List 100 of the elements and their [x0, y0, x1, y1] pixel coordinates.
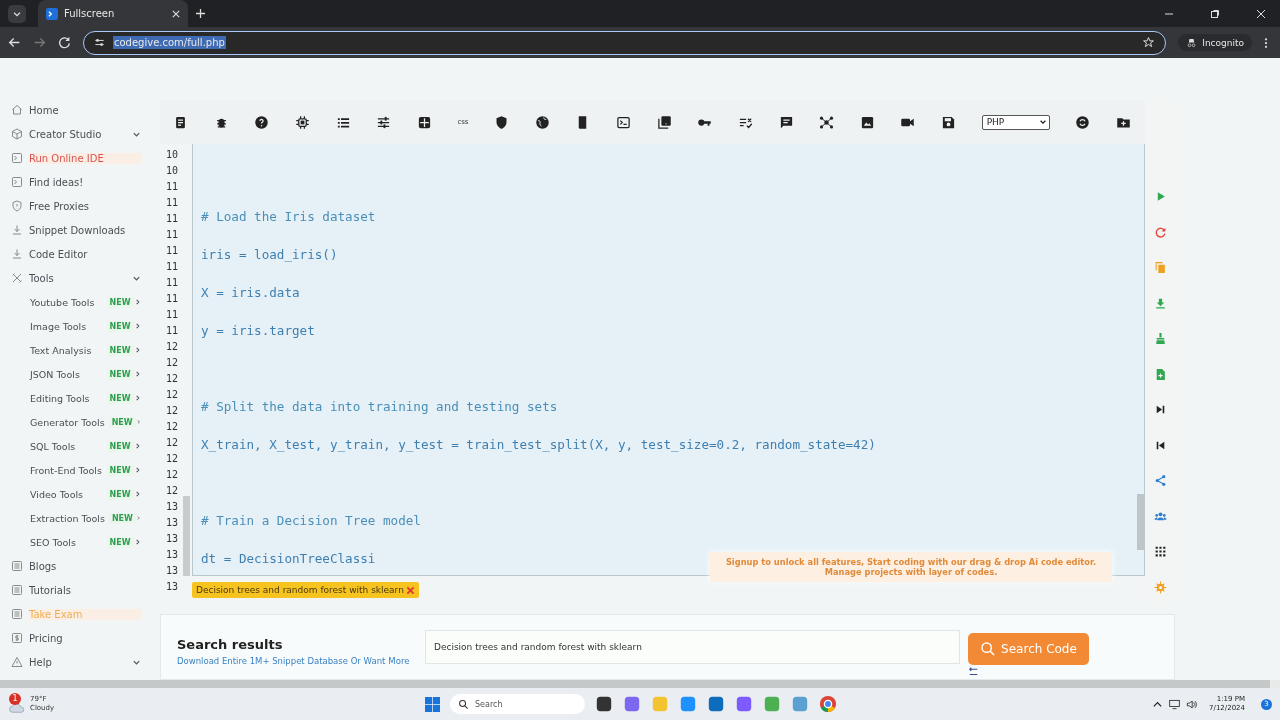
reload-icon[interactable]	[58, 36, 71, 49]
sidebar-item[interactable]: SEO Tools NEW	[0, 530, 155, 554]
search-icon	[980, 640, 997, 657]
line-number: 12	[165, 340, 180, 354]
code-line: X_train, X_test, y_train, y_test = train_test_split(X, y, test_size=0.2, random_state=42)	[201, 436, 876, 454]
sidebar-item[interactable]: Free Proxies	[0, 194, 155, 218]
chevron-right-icon	[133, 322, 141, 330]
new-badge: NEW	[106, 464, 134, 476]
taskbar-search[interactable]: Search	[450, 694, 585, 714]
line-number: 13	[165, 500, 180, 514]
chevron-right-icon	[135, 514, 141, 522]
new-badge: NEW	[108, 416, 136, 428]
line-number: 12	[165, 484, 180, 498]
line-number: 13	[165, 580, 180, 594]
warning-icon	[11, 656, 23, 668]
help-icon[interactable]	[254, 114, 270, 130]
sidebar-item[interactable]: Video Tools NEW	[0, 482, 155, 506]
download-icon	[11, 224, 23, 236]
terminal-icon[interactable]	[616, 114, 632, 130]
address-bar[interactable]: codegive.com/full.php	[83, 30, 1167, 55]
sidebar-item[interactable]: Tutorials	[0, 578, 155, 602]
new-badge: NEW	[106, 440, 134, 452]
back-icon[interactable]	[8, 36, 21, 49]
notification-badge: 1	[9, 692, 21, 705]
line-number: 13	[165, 564, 180, 578]
incognito-button[interactable]: Incognito	[1178, 34, 1252, 51]
sidebar-item[interactable]: Run Online IDE	[0, 146, 155, 170]
grid-icon[interactable]	[416, 114, 432, 130]
speaker-icon[interactable]	[1186, 698, 1198, 710]
sidebar-item[interactable]: Help	[0, 650, 155, 674]
chevron-right-icon	[133, 394, 141, 402]
sidebar-item[interactable]: Image Tools NEW	[0, 314, 155, 338]
line-number: 11	[165, 212, 180, 226]
line-number: 11	[165, 228, 180, 242]
chevron-right-icon	[135, 418, 141, 426]
forward-icon[interactable]	[33, 36, 46, 49]
line-number: 11	[165, 244, 180, 258]
cube-icon	[11, 128, 23, 140]
search-field[interactable]: Decision trees and random forest with sklearn	[425, 630, 960, 664]
refresh-icon[interactable]	[1153, 225, 1167, 239]
monitor-icon[interactable]	[1169, 698, 1181, 710]
sidebar-item[interactable]: Snippet Downloads	[0, 218, 155, 242]
scrollbar-thumb[interactable]	[0, 680, 1270, 688]
sidebar-item[interactable]: Text Analysis NEW	[0, 338, 155, 362]
document-icon[interactable]	[173, 114, 188, 130]
sidebar-item[interactable]: Editing Tools NEW	[0, 386, 155, 410]
shield-icon	[11, 200, 23, 212]
scrollbar-thumb[interactable]	[1137, 494, 1144, 550]
shield-icon[interactable]	[494, 114, 510, 130]
start-icon[interactable]	[425, 696, 440, 712]
topic-tag[interactable]: Decision trees and random forest with sklearn	[192, 582, 419, 598]
menu-icon[interactable]	[1264, 36, 1268, 49]
code-comment: # Split the data into training and testing sets	[201, 398, 558, 416]
sidebar-item[interactable]: Blogs	[0, 554, 155, 578]
scrollbar-thumb[interactable]	[183, 496, 190, 576]
more-link[interactable]: More	[388, 655, 410, 666]
broom-icon[interactable]	[1153, 332, 1167, 345]
browser-tab[interactable]: Fullscreen	[38, 0, 188, 27]
chrome-icon[interactable]	[819, 695, 837, 713]
apps-icon[interactable]	[1153, 545, 1167, 558]
sidebar-item[interactable]: Pricing	[0, 626, 155, 650]
incognito-icon	[1186, 37, 1198, 48]
save-icon[interactable]	[941, 114, 957, 130]
code-comment: # Train a Decision Tree model	[201, 512, 421, 530]
line-number: 10	[165, 148, 180, 162]
restore-icon[interactable]	[1210, 8, 1220, 19]
network-icon[interactable]	[819, 114, 835, 130]
home-icon	[11, 104, 23, 116]
share-icon[interactable]	[1153, 474, 1167, 487]
sidebar-item[interactable]: JSON Tools NEW	[0, 362, 155, 386]
sidebar-item[interactable]: Home	[0, 98, 155, 122]
sidebar-item[interactable]: Youtube Tools NEW	[0, 290, 155, 314]
sidebar-item[interactable]: Find ideas!	[0, 170, 155, 194]
line-number: 11	[165, 308, 180, 322]
sidebar-item[interactable]: Tools	[0, 266, 155, 290]
collapse-icon[interactable]	[969, 666, 978, 676]
line-number: 12	[165, 468, 180, 482]
chevron-down-icon	[1038, 118, 1047, 126]
language-select[interactable]: PHP	[981, 114, 1050, 130]
download-icon[interactable]	[1153, 296, 1167, 310]
users-icon[interactable]	[1153, 509, 1167, 523]
sync-icon[interactable]	[1075, 114, 1091, 130]
quiz-icon[interactable]	[656, 114, 672, 130]
sidebar-item[interactable]: Code Editor	[0, 242, 155, 266]
code-line: iris = load_iris()	[201, 246, 338, 264]
code-line: X = iris.data	[201, 284, 300, 302]
sidebar-item[interactable]: Generator Tools NEW	[0, 410, 155, 434]
sidebar-item[interactable]: Extraction Tools NEW	[0, 506, 155, 530]
terminal-icon	[11, 152, 23, 164]
sidebar-item[interactable]: Creator Studio	[0, 122, 155, 146]
star-icon[interactable]	[1142, 36, 1156, 49]
new-tab-icon[interactable]	[196, 9, 205, 18]
chip-icon[interactable]	[294, 114, 310, 130]
new-badge: NEW	[106, 368, 134, 380]
globe-icon[interactable]	[534, 114, 550, 130]
tab-search-button[interactable]	[8, 4, 26, 23]
download-icon	[11, 248, 23, 260]
sidebar-item[interactable]: Front-End Tools NEW	[0, 458, 155, 482]
settings-icon[interactable]	[376, 114, 392, 130]
sidebar-item[interactable]: SQL Tools NEW	[0, 434, 155, 458]
